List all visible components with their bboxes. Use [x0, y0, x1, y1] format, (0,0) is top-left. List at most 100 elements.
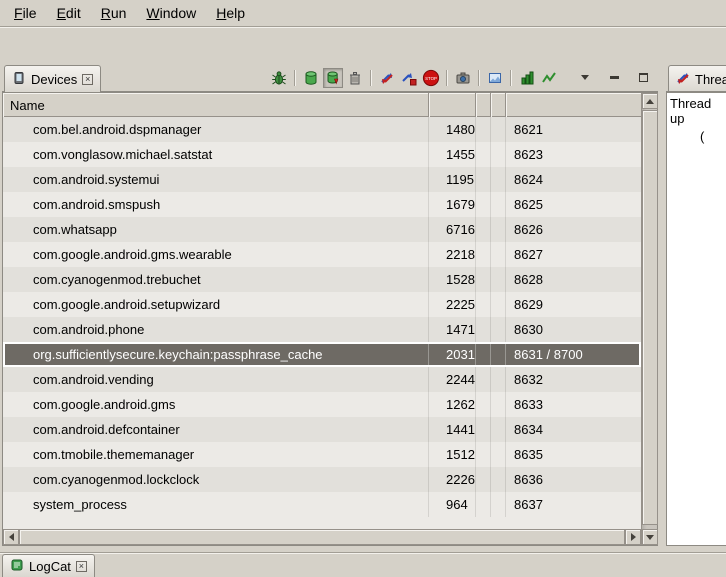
process-row[interactable]: com.android.smspush 1679 8625 [3, 192, 641, 217]
process-col3-cell [476, 192, 491, 217]
process-port-cell: 8633 [506, 392, 641, 417]
process-col4-cell [491, 417, 506, 442]
process-row[interactable]: com.cyanogenmod.trebuchet 1528 8628 [3, 267, 641, 292]
horizontal-scrollbar[interactable] [3, 529, 641, 545]
process-row[interactable]: com.android.defcontainer 14411 8634 [3, 417, 641, 442]
process-row[interactable]: com.google.android.gms.wearable 22185 86… [3, 242, 641, 267]
process-col3-cell [476, 417, 491, 442]
close-devices-tab-button[interactable]: × [82, 74, 93, 85]
table-header-row: Name [3, 93, 641, 117]
process-row[interactable]: com.google.android.gms 12623 8633 [3, 392, 641, 417]
close-logcat-tab-button[interactable]: × [76, 561, 87, 572]
update-threads-button[interactable] [377, 68, 397, 88]
devices-tab-bar: Devices × STOP [2, 64, 658, 92]
process-pid-cell: 14553 [429, 142, 476, 167]
arrow-down-icon [646, 535, 654, 540]
menu-item-file[interactable]: File [4, 1, 47, 25]
scroll-right-button[interactable] [625, 529, 641, 545]
process-pid-cell: 1471 [429, 317, 476, 342]
device-icon [12, 71, 26, 88]
stop-process-button[interactable]: STOP [421, 68, 441, 88]
process-name-cell: com.google.android.gms [3, 392, 429, 417]
process-name-cell: com.whatsapp [3, 217, 429, 242]
column-header-3[interactable] [476, 93, 491, 117]
process-row[interactable]: com.bel.android.dspmanager 1480 8621 [3, 117, 641, 142]
process-col4-cell [491, 192, 506, 217]
debug-process-button[interactable] [269, 68, 289, 88]
bug-icon [271, 70, 287, 86]
scroll-down-button[interactable] [642, 529, 658, 545]
process-col3-cell [476, 367, 491, 392]
process-col4-cell [491, 492, 506, 517]
process-row[interactable]: com.android.vending 22440 8632 [3, 367, 641, 392]
process-pid-cell: 22265 [429, 467, 476, 492]
process-row[interactable]: com.android.systemui 1195 8624 [3, 167, 641, 192]
dump-hprof-button[interactable] [323, 68, 343, 88]
maximize-view-button[interactable] [633, 68, 653, 88]
column-header-port[interactable] [506, 93, 641, 117]
scroll-up-button[interactable] [642, 93, 658, 109]
screen-capture-button[interactable] [453, 68, 473, 88]
method-profiling-button[interactable] [399, 68, 419, 88]
process-row[interactable]: com.tmobile.thememanager 1512 8635 [3, 442, 641, 467]
process-col3-cell [476, 142, 491, 167]
vertical-scrollbar[interactable] [641, 93, 657, 545]
minimize-view-button[interactable] [604, 68, 624, 88]
menu-item-run[interactable]: Run [91, 1, 137, 25]
process-col3-cell [476, 292, 491, 317]
process-port-cell: 8629 [506, 292, 641, 317]
arrow-right-icon [631, 533, 636, 541]
process-name-cell: com.bel.android.dspmanager [3, 117, 429, 142]
view-window-buttons [575, 68, 653, 88]
process-col4-cell [491, 217, 506, 242]
process-row[interactable]: com.google.android.setupwizard 22250 862… [3, 292, 641, 317]
column-header-pid[interactable] [429, 93, 476, 117]
process-col4-cell [491, 167, 506, 192]
devices-table: Name com.bel.android.dspmanager 1480 862… [2, 92, 658, 546]
process-col3-cell [476, 442, 491, 467]
process-col4-cell [491, 117, 506, 142]
menu-item-window[interactable]: Window [136, 1, 206, 25]
threads-message-line2: ( [670, 129, 726, 144]
process-port-cell: 8626 [506, 217, 641, 242]
process-port-cell: 8621 [506, 117, 641, 142]
process-row[interactable]: com.cyanogenmod.lockclock 22265 8636 [3, 467, 641, 492]
threads-message-line1: Thread up [670, 96, 726, 126]
scroll-left-button[interactable] [3, 529, 19, 545]
process-pid-cell: 1480 [429, 117, 476, 142]
vertical-scrollbar-thumb[interactable] [642, 110, 658, 525]
line-graph-button[interactable] [539, 68, 559, 88]
process-row[interactable]: org.sufficientlysecure.keychain:passphra… [3, 342, 641, 367]
column-header-4[interactable] [491, 93, 506, 117]
update-heap-button[interactable] [301, 68, 321, 88]
panel-sash[interactable] [658, 64, 666, 546]
main-toolbar-strip [0, 26, 726, 64]
process-col3-cell [476, 342, 491, 367]
process-row[interactable]: com.vonglasow.michael.satstat 14553 8623 [3, 142, 641, 167]
bar-columns-button[interactable] [517, 68, 537, 88]
process-col4-cell [491, 367, 506, 392]
process-name-cell: com.google.android.gms.wearable [3, 242, 429, 267]
cause-gc-button[interactable] [345, 68, 365, 88]
process-col3-cell [476, 317, 491, 342]
bar-columns-icon [519, 70, 535, 86]
tab-logcat[interactable]: LogCat × [2, 554, 95, 577]
menu-item-edit[interactable]: Edit [47, 1, 91, 25]
process-row[interactable]: com.android.phone 1471 8630 [3, 317, 641, 342]
picture-button[interactable] [485, 68, 505, 88]
process-row[interactable]: com.whatsapp 6716 8626 [3, 217, 641, 242]
horizontal-scrollbar-thumb[interactable] [19, 529, 625, 545]
process-row[interactable]: system_process 964 8637 [3, 492, 641, 517]
process-col3-cell [476, 217, 491, 242]
process-pid-cell: 22250 [429, 292, 476, 317]
process-port-cell: 8634 [506, 417, 641, 442]
column-header-name[interactable]: Name [3, 93, 429, 117]
tab-threads[interactable]: Threads [668, 65, 726, 92]
view-menu-button[interactable] [575, 68, 595, 88]
menu-item-help[interactable]: Help [206, 1, 255, 25]
process-col4-cell [491, 292, 506, 317]
process-port-cell: 8624 [506, 167, 641, 192]
process-port-cell: 8636 [506, 467, 641, 492]
process-name-cell: com.android.phone [3, 317, 429, 342]
tab-devices[interactable]: Devices × [4, 65, 101, 92]
